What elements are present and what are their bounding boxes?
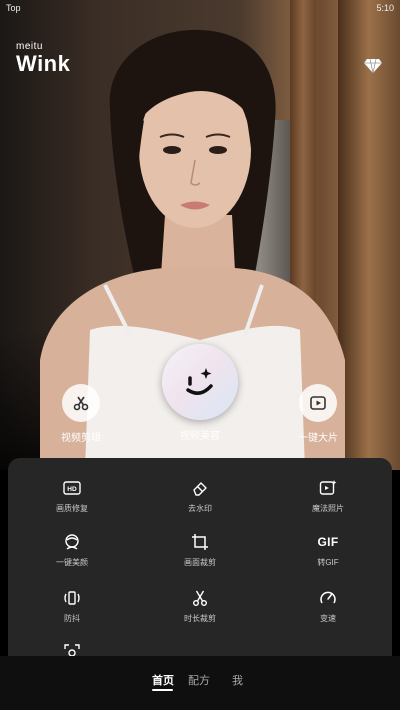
tool-label: 魔法照片 (312, 504, 344, 513)
tool-speed[interactable]: 变速 (288, 588, 368, 624)
speed-icon (318, 588, 338, 608)
nav-recipe[interactable]: 配方 (188, 672, 210, 688)
app-logo: meitu Wink (16, 41, 70, 76)
magic-photo-icon (318, 478, 338, 498)
tool-label: 画面裁剪 (184, 558, 216, 567)
video-clip-button[interactable]: 视频剪辑 (56, 384, 106, 444)
tool-duration-trim[interactable]: 时长裁剪 (160, 588, 240, 624)
scissors-icon (190, 588, 210, 608)
tool-label: 一键美颜 (56, 558, 88, 567)
tool-label: 去水印 (188, 504, 212, 513)
tool-quality-repair[interactable]: HD 画质修复 (32, 478, 112, 514)
gif-icon: GIF (317, 532, 339, 552)
video-clip-label: 视频剪辑 (61, 433, 101, 444)
one-click-film-button[interactable]: 一键大片 (293, 384, 343, 444)
tool-label: 变速 (320, 614, 336, 623)
diamond-icon[interactable] (364, 58, 382, 74)
nav-me[interactable]: 我 (232, 672, 243, 688)
scissors-icon (62, 384, 100, 422)
crop-icon (190, 532, 210, 552)
tool-magic-photo[interactable]: 魔法照片 (288, 478, 368, 514)
play-icon (299, 384, 337, 422)
stabilize-icon (62, 588, 82, 608)
status-time: 5:10 (376, 3, 394, 13)
tool-one-click-beauty[interactable]: 一键美颜 (32, 532, 112, 568)
tool-to-gif[interactable]: GIF 转GIF (288, 532, 368, 568)
status-bar: Top 5:10 (0, 0, 400, 16)
one-click-film-label: 一键大片 (298, 433, 338, 444)
tool-label: 转GIF (317, 558, 339, 567)
tool-partial[interactable] (32, 642, 112, 656)
eraser-icon (190, 478, 210, 498)
status-label: Top (6, 3, 21, 13)
face-frame-icon (62, 642, 82, 656)
smile-sparkle-icon (162, 344, 238, 420)
tool-label: 画质修复 (56, 504, 88, 513)
tool-label: 时长裁剪 (184, 614, 216, 623)
nav-home[interactable]: 首页 (152, 672, 174, 688)
nav-active-indicator (152, 689, 173, 691)
face-beauty-icon (62, 532, 82, 552)
tools-panel: HD 画质修复 去水印 魔法照片 一键美颜 画面裁剪 GIF 转GIF 防抖 时… (8, 458, 392, 656)
tool-label: 防抖 (64, 614, 80, 623)
video-beauty-label: 视频美容 (180, 431, 220, 442)
bottom-nav: 首页 配方 我 (0, 656, 400, 710)
video-beauty-button[interactable]: 视频美容 (160, 344, 240, 442)
tool-remove-watermark[interactable]: 去水印 (160, 478, 240, 514)
tool-crop[interactable]: 画面裁剪 (160, 532, 240, 568)
gif-glyph: GIF (317, 535, 339, 549)
logo-name: Wink (16, 51, 71, 76)
hd-icon: HD (62, 478, 82, 498)
svg-text:HD: HD (67, 486, 77, 493)
tool-stabilize[interactable]: 防抖 (32, 588, 112, 624)
